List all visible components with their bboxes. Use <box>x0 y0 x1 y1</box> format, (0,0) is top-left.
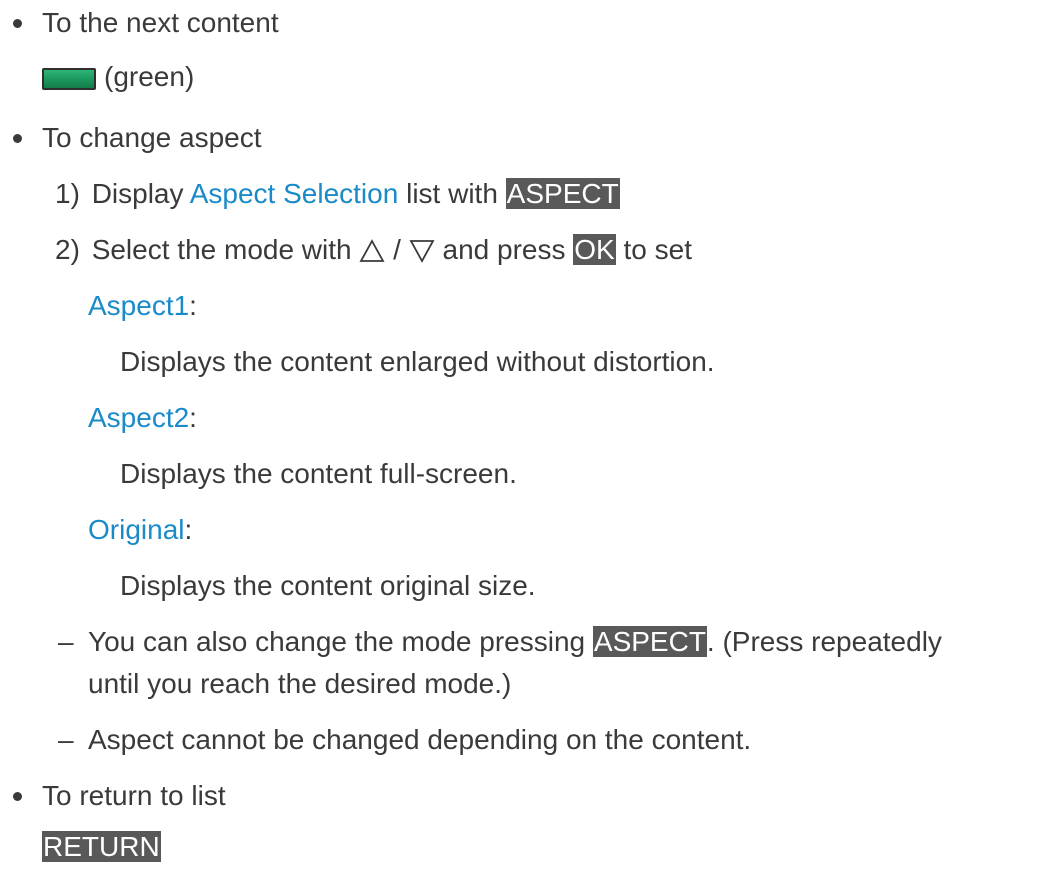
ok-key: OK <box>573 234 616 265</box>
mode-description: Displays the content full-screen. <box>120 458 517 489</box>
note-1-cont: until you reach the desired mode.) <box>88 668 512 699</box>
return-key-line: RETURN <box>42 830 642 864</box>
green-button-text: (green) <box>104 61 195 92</box>
mode-name[interactable]: Aspect2 <box>88 402 189 433</box>
green-button-line: (green) <box>42 60 642 94</box>
note-2-text: Aspect cannot be changed depending on th… <box>88 724 752 755</box>
note-1-pre: You can also change the mode pressing <box>88 626 586 657</box>
return-list-label: To return to list <box>42 780 226 811</box>
note-1-continuation: until you reach the desired mode.) <box>88 667 988 701</box>
step-1-pre: Display <box>91 178 184 209</box>
step-2-number: 2) <box>55 234 80 265</box>
mode-description: Displays the content original size. <box>120 570 536 601</box>
next-content-label: To the next content <box>42 7 279 38</box>
note-1: – You can also change the mode pressing … <box>0 625 1057 659</box>
bullet-item-next-content: To the next content <box>0 6 1057 40</box>
step-1: 1) Display Aspect Selection list with AS… <box>55 177 1055 211</box>
mode-desc-aspect2: Displays the content full-screen. <box>120 457 1020 491</box>
up-triangle-icon <box>359 239 385 262</box>
mode-colon: : <box>189 290 197 321</box>
mode-name[interactable]: Original <box>88 514 184 545</box>
aspect-key: ASPECT <box>505 178 620 209</box>
step-2-post: to set <box>623 234 692 265</box>
aspect-selection-link[interactable]: Aspect Selection <box>190 178 399 209</box>
bullet-dot <box>13 19 22 28</box>
step-1-mid: list with <box>406 178 498 209</box>
step-2: 2) Select the mode with / and press OK t… <box>55 233 1055 267</box>
mode-colon: : <box>189 402 197 433</box>
note-1-post: . (Press repeatedly <box>706 626 942 657</box>
green-button-icon <box>42 68 96 90</box>
step-1-number: 1) <box>55 178 80 209</box>
note-1-text: You can also change the mode pressing AS… <box>88 625 942 659</box>
step-2-mid: and press <box>442 234 566 265</box>
mode-colon: : <box>184 514 193 545</box>
mode-desc-aspect1: Displays the content enlarged without di… <box>120 345 1020 379</box>
mode-description: Displays the content enlarged without di… <box>120 346 715 377</box>
bullet-dot <box>13 134 22 143</box>
mode-desc-original: Displays the content original size. <box>120 569 1020 603</box>
down-triangle-icon <box>409 240 435 263</box>
mode-term-aspect2: Aspect2: <box>88 401 988 435</box>
change-aspect-label: To change aspect <box>42 122 262 153</box>
bullet-dot <box>13 792 22 801</box>
return-key: RETURN <box>42 831 161 862</box>
mode-name[interactable]: Aspect1 <box>88 290 189 321</box>
step-2-pre: Select the mode with <box>91 234 352 265</box>
bullet-item-return-list: To return to list <box>0 779 1057 813</box>
aspect-key: ASPECT <box>592 626 707 657</box>
note-dash: – <box>58 626 74 657</box>
step-2-separator: / <box>393 234 401 265</box>
note-dash: – <box>58 724 74 755</box>
mode-term-aspect1: Aspect1: <box>88 289 988 323</box>
mode-term-original: Original: <box>88 513 988 547</box>
note-2: – Aspect cannot be changed depending on … <box>0 723 1057 757</box>
bullet-item-change-aspect: To change aspect <box>0 121 1057 155</box>
